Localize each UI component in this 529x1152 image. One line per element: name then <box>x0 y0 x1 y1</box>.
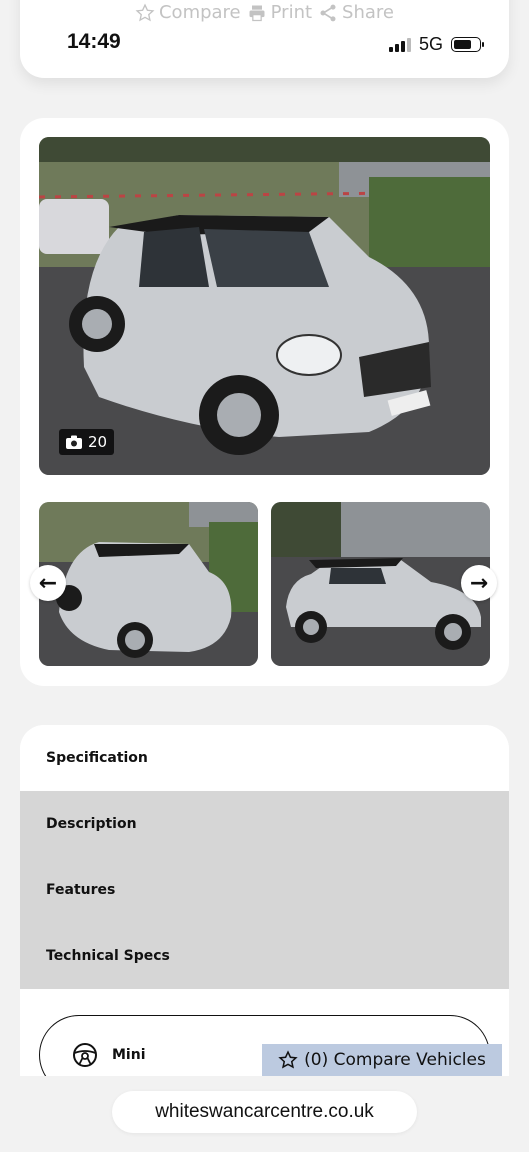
tab-specification[interactable]: Specification <box>20 725 509 791</box>
tab-description[interactable]: Description <box>20 791 509 857</box>
tab-features[interactable]: Features <box>20 857 509 923</box>
share-icon <box>320 4 336 21</box>
battery-icon <box>451 37 484 52</box>
star-icon <box>278 1050 298 1069</box>
vehicle-info-card: Specification Description Features Techn… <box>20 725 509 1085</box>
steering-wheel-icon <box>73 1043 97 1067</box>
compare-action[interactable]: Compare <box>135 2 241 23</box>
network-label: 5G <box>418 34 443 54</box>
gallery-card: 20 ← → <box>20 118 509 686</box>
arrow-left-icon: ← <box>38 570 58 596</box>
car-photo-main <box>39 137 490 475</box>
thumbnail-2[interactable] <box>271 502 490 666</box>
tab-technical-specs[interactable]: Technical Specs <box>20 923 509 989</box>
printer-icon <box>249 5 265 21</box>
print-action[interactable]: Print <box>247 2 312 23</box>
status-indicators: 5G <box>388 34 484 55</box>
url-text: whiteswancarcentre.co.uk <box>155 1101 374 1122</box>
photo-count-badge: 20 <box>59 429 115 455</box>
browser-bottom-bar: whiteswancarcentre.co.uk <box>0 1076 529 1152</box>
share-action[interactable]: Share <box>318 2 394 23</box>
thumbnail-1[interactable] <box>39 502 258 666</box>
car-photo-thumb-2 <box>271 502 490 666</box>
compare-vehicles-label: (0) Compare Vehicles <box>304 1050 486 1070</box>
tab-features-label: Features <box>46 882 116 898</box>
tab-technical-specs-label: Technical Specs <box>46 948 170 964</box>
compare-vehicles-button[interactable]: (0) Compare Vehicles <box>262 1044 502 1076</box>
share-label: Share <box>342 2 394 23</box>
make-value: Mini <box>112 1047 146 1063</box>
main-photo[interactable]: 20 <box>39 137 490 475</box>
status-card: Compare Print Share 14:49 5G <box>20 0 509 78</box>
tab-specification-label: Specification <box>46 750 148 766</box>
camera-icon <box>66 435 82 449</box>
star-icon <box>135 3 155 21</box>
compare-label: Compare <box>158 2 241 23</box>
signal-icon <box>388 37 411 52</box>
print-label: Print <box>270 2 313 23</box>
gallery-next-button[interactable]: → <box>461 565 497 601</box>
tab-description-label: Description <box>46 816 137 832</box>
arrow-right-icon: → <box>469 570 489 596</box>
address-bar[interactable]: whiteswancarcentre.co.uk <box>112 1091 417 1133</box>
top-actions: Compare Print Share <box>20 2 509 23</box>
gallery-prev-button[interactable]: ← <box>30 565 66 601</box>
car-photo-thumb-1 <box>39 502 258 666</box>
photo-count: 20 <box>88 433 108 451</box>
status-time: 14:49 <box>67 30 121 53</box>
